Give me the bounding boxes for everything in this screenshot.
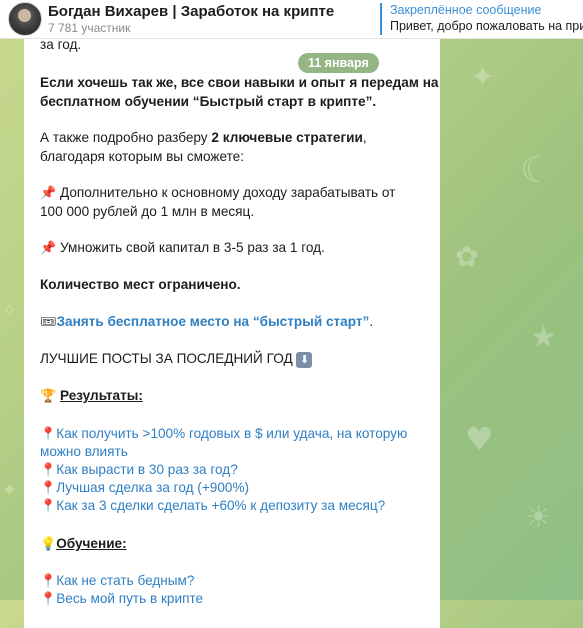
pin-icon: 📌: [40, 241, 57, 256]
message-text: Результаты:: [59, 388, 143, 403]
pushpin-icon: 📍: [40, 427, 57, 442]
background-doodle-icon: ★: [530, 320, 557, 355]
education-link[interactable]: Весь мой путь в крипте: [56, 591, 203, 606]
cta-link[interactable]: Занять бесплатное место на “быстрый стар…: [57, 314, 370, 329]
message-text: А также подробно разберу: [40, 130, 212, 145]
results-heading: 🏆 Результаты:: [40, 387, 143, 406]
lightbulb-icon: 💡: [40, 537, 57, 552]
chat-header[interactable]: Богдан Вихарев | Заработок на крипте 7 7…: [0, 0, 583, 39]
message-text: .: [369, 314, 374, 329]
result-link[interactable]: можно влиять: [40, 443, 128, 461]
arrow-down-icon: ⬇: [296, 352, 313, 368]
message-text: Обучение:: [56, 536, 127, 551]
background-doodle-icon: ☾: [520, 150, 553, 191]
message-text: Дополнительно к основному доходу зарабат…: [56, 185, 396, 200]
education-link[interactable]: Как не стать бедным?: [56, 573, 194, 588]
background-doodle-icon: ✧: [2, 300, 18, 321]
best-posts-heading: ЛУЧШИЕ ПОСТЫ ЗА ПОСЛЕДНИЙ ГОД ⬇: [40, 350, 313, 368]
message-text: ,: [362, 130, 367, 145]
date-chip: 11 января: [298, 53, 379, 73]
result-link-row: 📍Как вырасти в 30 раз за год?: [40, 461, 238, 480]
education-heading: 💡Обучение:: [40, 535, 127, 554]
member-count: 7 781 участник: [48, 21, 131, 35]
result-link[interactable]: Как получить >100% годовых в $ или удача…: [56, 426, 407, 441]
result-link[interactable]: Как за 3 сделки сделать +60% к депозиту …: [56, 498, 385, 513]
pushpin-icon: 📍: [40, 574, 57, 589]
pin-icon: 📌: [40, 186, 57, 201]
background-doodle-icon: ✦: [470, 60, 496, 95]
pinned-message-label: Закреплённое сообщение: [390, 3, 542, 17]
result-link[interactable]: Лучшая сделка за год (+900%): [56, 480, 249, 495]
message-text: ЛУЧШИЕ ПОСТЫ ЗА ПОСЛЕДНИЙ ГОД: [40, 351, 293, 366]
pushpin-icon: 📍: [40, 481, 57, 496]
channel-avatar[interactable]: [8, 2, 42, 36]
education-link-row: 📍Как не стать бедным?: [40, 572, 194, 591]
message-bold-text: 2 ключевые стратегии: [211, 130, 363, 145]
message-text: Количество мест ограничено.: [40, 277, 241, 292]
background-doodle-icon: ✿: [455, 240, 479, 273]
message-text: 100 000 рублей до 1 млн в месяц.: [40, 204, 255, 219]
message-text: Умножить свой капитал в 3-5 раз за 1 год…: [56, 240, 325, 255]
message-text: бесплатном обучении “Быстрый старт в кри…: [40, 94, 377, 109]
cta-line: 🎟Занять бесплатное место на “быстрый ста…: [40, 313, 373, 332]
message-bubble[interactable]: за год. Если хочешь так же, все свои нав…: [24, 28, 440, 628]
background-doodle-icon: ♥: [465, 420, 494, 458]
result-link[interactable]: Как вырасти в 30 раз за год?: [56, 462, 238, 477]
pinned-message[interactable]: Закреплённое сообщение Привет, добро пож…: [380, 3, 583, 35]
pushpin-icon: 📍: [40, 499, 57, 514]
background-doodle-icon: ☀: [525, 500, 552, 535]
message-text: 📌 Дополнительно к основному доходу зараб…: [40, 184, 395, 203]
result-link-row: 📍Как за 3 сделки сделать +60% к депозиту…: [40, 497, 385, 516]
pinned-message-text: Привет, добро пожаловать на при: [390, 19, 583, 33]
message-text: благодаря которым вы сможете:: [40, 149, 245, 164]
trophy-icon: 🏆: [40, 389, 57, 404]
ticket-icon: 🎟: [40, 315, 57, 330]
channel-title[interactable]: Богдан Вихарев | Заработок на крипте: [48, 3, 334, 20]
message-text: 📌 Умножить свой капитал в 3-5 раз за 1 г…: [40, 239, 325, 258]
message-text: А также подробно разберу 2 ключевые стра…: [40, 129, 367, 147]
pushpin-icon: 📍: [40, 463, 57, 478]
result-link-row: 📍Лучшая сделка за год (+900%): [40, 479, 249, 498]
message-text: Если хочешь так же, все свои навыки и оп…: [40, 75, 439, 90]
background-doodle-icon: ✦: [2, 480, 18, 501]
result-link-row: 📍Как получить >100% годовых в $ или удач…: [40, 425, 407, 444]
